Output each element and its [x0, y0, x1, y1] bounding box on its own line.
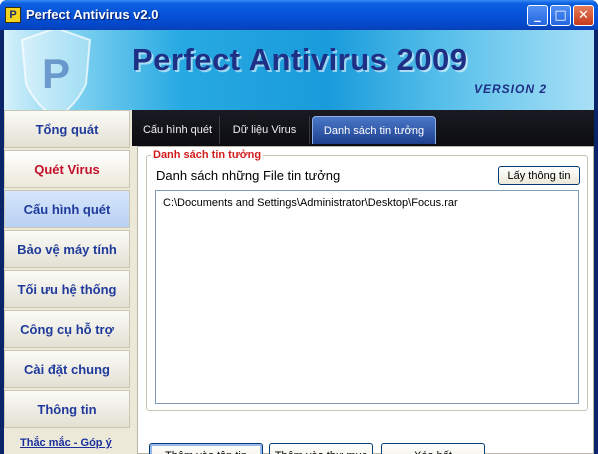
app-window: P Perfect Antivirus v2.0 _ □ ✕ P Perfect…: [0, 0, 598, 454]
svg-text:P: P: [42, 50, 70, 97]
close-button[interactable]: ✕: [573, 5, 594, 26]
sidebar-item-info[interactable]: Thông tin: [4, 390, 130, 428]
sidebar-nav: Tổng quát Quét Virus Cấu hình quét Bảo v…: [4, 110, 132, 454]
sidebar-item-scan-config[interactable]: Cấu hình quét: [4, 190, 130, 228]
trusted-files-list[interactable]: C:\Documents and Settings\Administrator\…: [155, 190, 579, 404]
sidebar-item-settings[interactable]: Cài đặt chung: [4, 350, 130, 388]
trusted-list-panel: Danh sách tin tưởng Danh sách những File…: [137, 146, 594, 454]
tab-scan-config[interactable]: Cấu hình quét: [136, 116, 220, 144]
feedback-link[interactable]: Thắc mắc - Góp ý: [20, 437, 112, 449]
sidebar-item-overview[interactable]: Tổng quát: [4, 110, 130, 148]
fetch-info-button[interactable]: Lấy thông tin: [498, 166, 580, 185]
minimize-button[interactable]: _: [527, 5, 548, 26]
add-folder-button[interactable]: Thêm vào thư mục: [269, 443, 373, 454]
window-title: Perfect Antivirus v2.0: [26, 7, 159, 22]
title-bar[interactable]: P Perfect Antivirus v2.0 _ □ ✕: [0, 0, 598, 30]
add-file-button[interactable]: Thêm vào tập tin: [149, 443, 263, 454]
trusted-files-group: Danh sách tin tưởng Danh sách những File…: [146, 149, 588, 411]
tab-virus-data[interactable]: Dữ liệu Virus: [220, 116, 310, 144]
banner: P Perfect Antivirus 2009 VERSION 2: [4, 30, 594, 110]
clear-all-button[interactable]: Xóa hết: [381, 443, 485, 454]
banner-title: Perfect Antivirus 2009: [132, 42, 468, 77]
group-legend: Danh sách tin tưởng: [151, 149, 264, 161]
maximize-button[interactable]: □: [550, 5, 571, 26]
banner-version: VERSION 2: [474, 82, 548, 96]
tab-bar: Cấu hình quét Dữ liệu Virus Danh sách ti…: [132, 110, 594, 146]
app-icon: P: [5, 7, 21, 23]
sidebar-item-scan-virus[interactable]: Quét Virus: [4, 150, 130, 188]
shield-logo-icon: P: [20, 30, 92, 110]
sidebar-item-optimize[interactable]: Tối ưu hệ thống: [4, 270, 130, 308]
sidebar-item-tools[interactable]: Công cụ hỗ trợ: [4, 310, 130, 348]
list-item[interactable]: C:\Documents and Settings\Administrator\…: [163, 197, 571, 209]
sidebar-item-protection[interactable]: Bảo vệ máy tính: [4, 230, 130, 268]
client-area: P Perfect Antivirus 2009 VERSION 2 Tổng …: [4, 30, 594, 454]
tab-trusted-list[interactable]: Danh sách tin tưởng: [312, 116, 436, 144]
group-title: Danh sách những File tin tưởng: [156, 168, 341, 183]
